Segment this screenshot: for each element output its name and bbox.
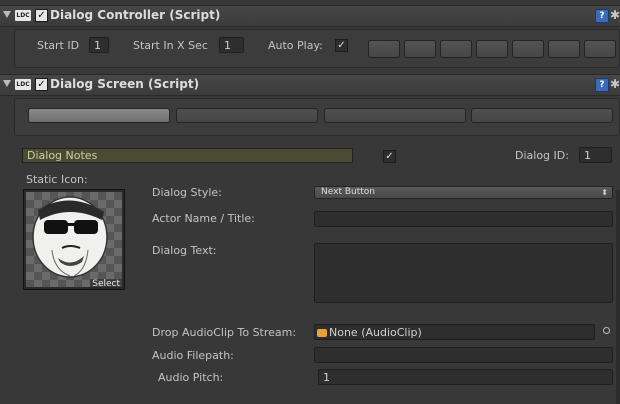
controller-button-5[interactable] xyxy=(512,40,544,58)
component-title: Dialog Controller (Script) xyxy=(50,8,221,22)
controller-button-7[interactable] xyxy=(584,40,616,58)
meme-face-icon xyxy=(32,196,108,278)
actor-name-field[interactable] xyxy=(314,211,613,227)
controller-button-3[interactable] xyxy=(440,40,472,58)
script-icon: LDC xyxy=(15,10,31,21)
dialog-style-dropdown[interactable]: Next Button ⬍ xyxy=(314,186,613,199)
dialog-id-field[interactable]: 1 xyxy=(579,147,612,163)
script-icon: LDC xyxy=(15,79,31,90)
dialog-style-label: Dialog Style: xyxy=(152,186,222,199)
help-icon[interactable]: ? xyxy=(595,78,609,92)
audio-filepath-field[interactable] xyxy=(314,347,613,363)
select-label[interactable]: Select xyxy=(90,279,122,289)
audio-pitch-field[interactable]: 1 xyxy=(318,369,613,385)
controller-button-6[interactable] xyxy=(548,40,580,58)
gear-icon[interactable]: ✱ xyxy=(610,9,620,21)
audio-clip-icon xyxy=(317,329,327,337)
dropdown-arrow-icon: ⬍ xyxy=(601,188,608,197)
notes-checkbox[interactable]: ✓ xyxy=(383,150,396,163)
help-icon[interactable]: ? xyxy=(595,9,609,23)
audio-clip-field[interactable]: None (AudioClip) xyxy=(314,324,595,340)
dialog-text-area[interactable] xyxy=(314,243,613,303)
dialog-text-label: Dialog Text: xyxy=(152,244,217,257)
dialog-screen-header[interactable]: LDC ✓ Dialog Screen (Script) ? ✱ xyxy=(0,74,620,96)
tab-1[interactable] xyxy=(28,108,170,123)
tab-4[interactable] xyxy=(471,108,613,123)
foldout-arrow-icon[interactable] xyxy=(3,80,11,87)
foldout-arrow-icon[interactable] xyxy=(3,11,11,18)
enabled-checkbox[interactable]: ✓ xyxy=(35,9,48,22)
dialog-notes-field[interactable]: Dialog Notes xyxy=(22,148,353,163)
dialog-controller-header[interactable]: LDC ✓ Dialog Controller (Script) ? ✱ xyxy=(0,5,620,27)
dialog-style-value: Next Button xyxy=(321,187,375,197)
auto-play-label: Auto Play: xyxy=(268,39,323,52)
controller-button-1[interactable] xyxy=(368,40,400,58)
start-id-field[interactable]: 1 xyxy=(89,37,109,53)
audio-clip-value: None (AudioClip) xyxy=(329,326,422,339)
audio-filepath-label: Audio Filepath: xyxy=(152,349,234,362)
static-icon-label: Static Icon: xyxy=(26,173,88,186)
audio-pitch-label: Audio Pitch: xyxy=(158,371,224,384)
static-icon-picker[interactable]: Select xyxy=(23,189,125,290)
controller-button-4[interactable] xyxy=(476,40,508,58)
component-title: Dialog Screen (Script) xyxy=(50,77,200,91)
start-id-label: Start ID xyxy=(37,39,80,52)
auto-play-checkbox[interactable]: ✓ xyxy=(335,39,348,52)
actor-name-label: Actor Name / Title: xyxy=(152,212,255,225)
audio-clip-label: Drop AudioClip To Stream: xyxy=(152,326,297,339)
scrollbar[interactable] xyxy=(616,190,620,404)
start-in-field[interactable]: 1 xyxy=(219,37,244,53)
gear-icon[interactable]: ✱ xyxy=(610,78,620,90)
controller-button-2[interactable] xyxy=(404,40,436,58)
dialog-id-label: Dialog ID: xyxy=(515,149,569,162)
enabled-checkbox[interactable]: ✓ xyxy=(35,78,48,91)
tab-2[interactable] xyxy=(176,108,318,123)
object-picker-icon[interactable] xyxy=(603,327,610,334)
start-in-label: Start In X Sec xyxy=(133,39,208,52)
tab-3[interactable] xyxy=(324,108,466,123)
